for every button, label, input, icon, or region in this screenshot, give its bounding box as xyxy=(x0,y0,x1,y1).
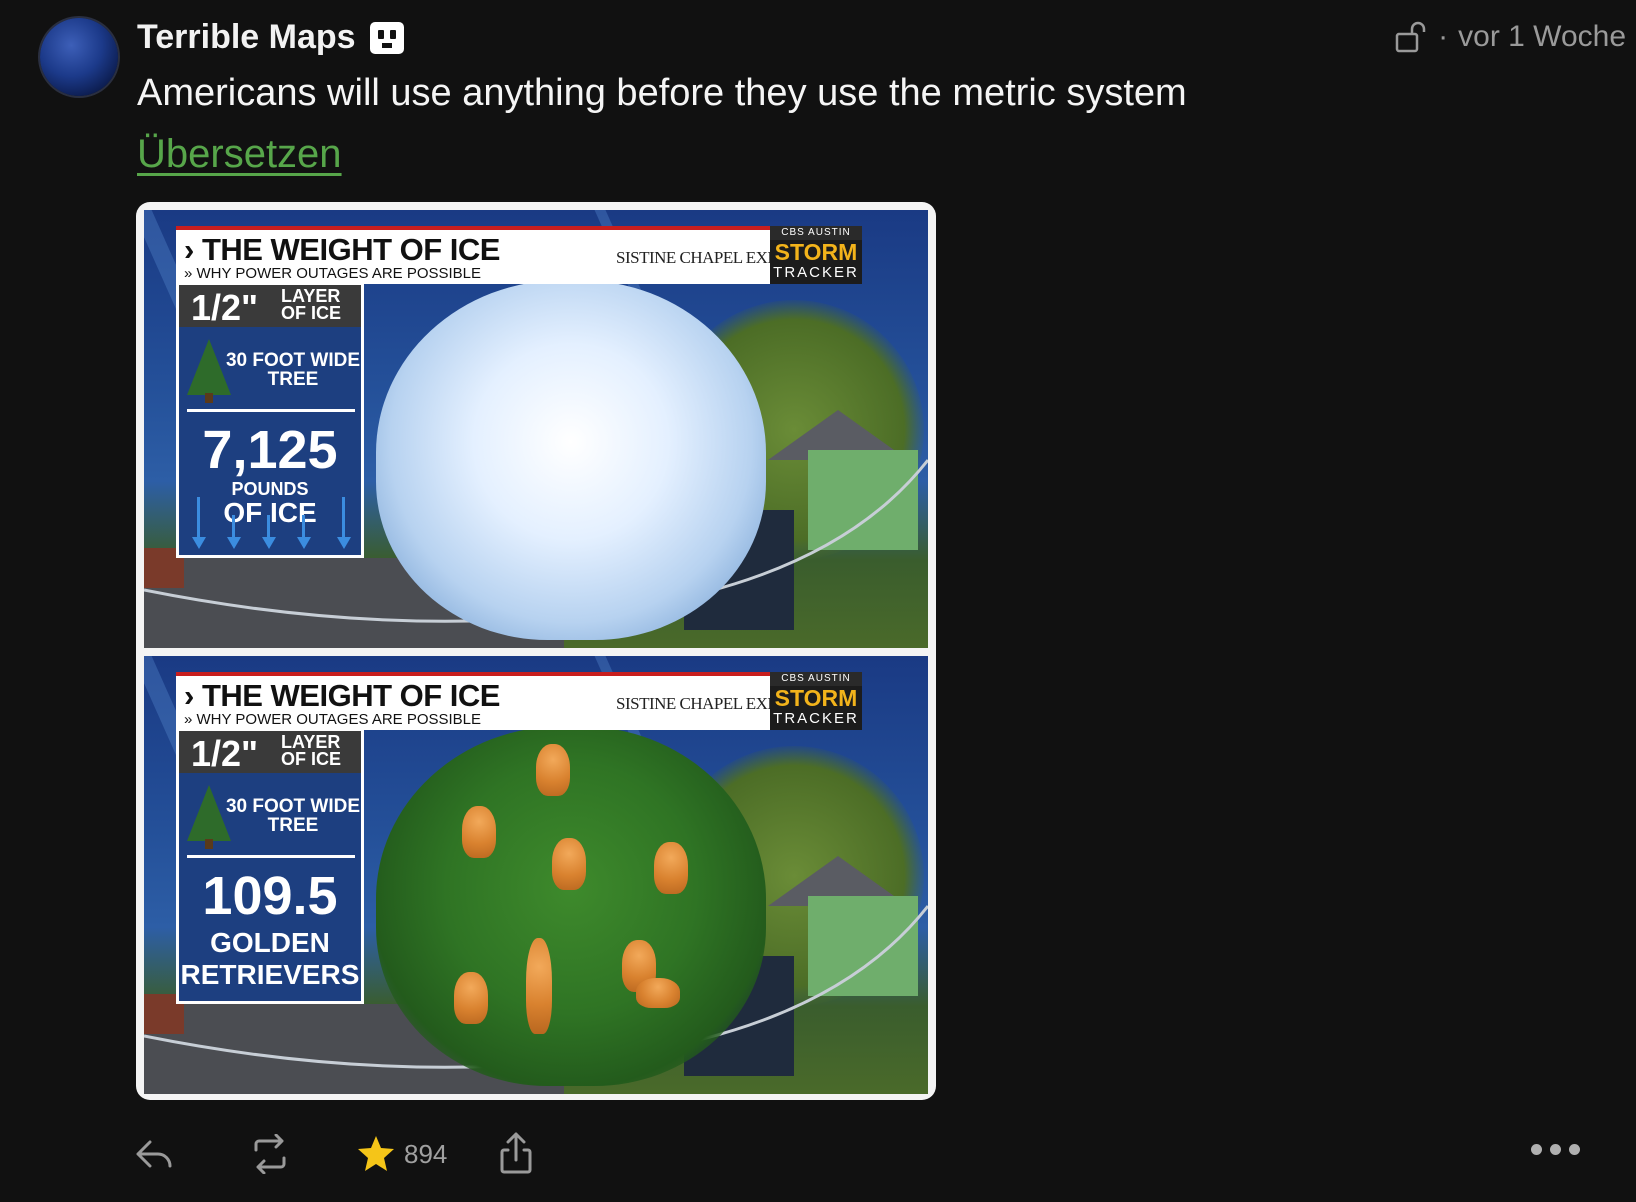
layer-header: 1/2" LAYER OF ICE xyxy=(179,285,361,328)
weight-value: 109.5 xyxy=(202,866,338,926)
share-icon xyxy=(500,1132,532,1174)
star-icon xyxy=(358,1136,394,1171)
favourite-button[interactable]: 894 xyxy=(356,1130,447,1178)
tree-label: 30 FOOT WIDE TREE xyxy=(225,350,361,390)
boost-icon xyxy=(254,1134,286,1174)
post-text: Americans will use anything before they … xyxy=(137,72,1187,114)
golden-retriever xyxy=(462,806,496,858)
golden-retriever xyxy=(536,744,570,796)
unlock-icon xyxy=(1395,21,1426,53)
down-arrow-icon xyxy=(227,537,241,549)
reply-icon xyxy=(136,1140,172,1168)
storm-tracker-logo: CBS AUSTIN STORM TRACKER xyxy=(770,226,862,284)
green-tree xyxy=(376,726,766,1086)
media-attachment[interactable]: › THE WEIGHT OF ICE » WHY POWER OUTAGES … xyxy=(136,202,936,1100)
tree-label: 30 FOOT WIDE TREE xyxy=(225,796,361,836)
boost-button[interactable] xyxy=(248,1130,292,1178)
headline-banner: › THE WEIGHT OF ICE » WHY POWER OUTAGES … xyxy=(176,226,862,284)
golden-retriever xyxy=(636,978,680,1008)
bot-badge-icon xyxy=(369,21,404,54)
image-panel-ice: › THE WEIGHT OF ICE » WHY POWER OUTAGES … xyxy=(144,210,928,648)
divider xyxy=(187,855,355,858)
golden-retriever xyxy=(552,838,586,890)
unit-line-1: GOLDEN xyxy=(210,927,330,958)
unit-line-2: RETRIEVERS xyxy=(180,959,360,990)
down-arrow-icon xyxy=(262,537,276,549)
post-meta: · vor 1 Woche xyxy=(1394,20,1626,54)
info-box: 1/2" LAYER OF ICE 30 FOOT WIDE TREE 109.… xyxy=(176,728,364,1004)
avatar[interactable] xyxy=(40,18,118,96)
share-button[interactable] xyxy=(498,1130,534,1178)
layer-label: LAYER OF ICE xyxy=(281,286,342,323)
post-timestamp[interactable]: vor 1 Woche xyxy=(1458,20,1626,54)
layer-header: 1/2" LAYER OF ICE xyxy=(179,731,361,774)
translate-link[interactable]: Übersetzen xyxy=(137,132,342,177)
headline-banner: › THE WEIGHT OF ICE » WHY POWER OUTAGES … xyxy=(176,672,862,730)
down-arrow-icon xyxy=(337,537,351,549)
golden-retriever xyxy=(654,842,688,894)
weight-value: 7,125 xyxy=(202,420,338,480)
golden-retriever xyxy=(454,972,488,1024)
unit-label: GOLDEN RETRIEVERS xyxy=(179,927,361,991)
down-arrow-icon xyxy=(192,537,206,549)
golden-retriever xyxy=(526,938,552,1034)
reply-button[interactable] xyxy=(134,1130,174,1178)
author-name-label[interactable]: Terrible Maps xyxy=(137,18,356,57)
layer-label: LAYER OF ICE xyxy=(281,732,342,769)
storm-tracker-logo: CBS AUSTIN STORM TRACKER xyxy=(770,672,862,730)
headline-subtitle: » WHY POWER OUTAGES ARE POSSIBLE xyxy=(184,711,482,728)
favourites-count: 894 xyxy=(404,1138,448,1169)
meta-separator: · xyxy=(1438,20,1449,53)
headline-title: › THE WEIGHT OF ICE xyxy=(184,678,501,713)
image-panel-retrievers: › THE WEIGHT OF ICE » WHY POWER OUTAGES … xyxy=(144,656,928,1094)
more-icon[interactable] xyxy=(1531,1144,1580,1155)
ice-covered-tree xyxy=(376,280,766,640)
headline-subtitle: » WHY POWER OUTAGES ARE POSSIBLE xyxy=(184,265,482,282)
headline-title: › THE WEIGHT OF ICE xyxy=(184,232,501,267)
unit-large: OF ICE xyxy=(223,497,317,528)
info-box: 1/2" LAYER OF ICE 30 FOOT WIDE TREE 7,12… xyxy=(176,282,364,558)
post-actions: 894 xyxy=(0,1130,1636,1190)
down-arrow-icon xyxy=(297,537,311,549)
author-name[interactable]: Terrible Maps xyxy=(137,18,404,57)
divider xyxy=(187,409,355,412)
layer-value: 1/2" xyxy=(191,287,259,328)
layer-value: 1/2" xyxy=(191,733,259,774)
